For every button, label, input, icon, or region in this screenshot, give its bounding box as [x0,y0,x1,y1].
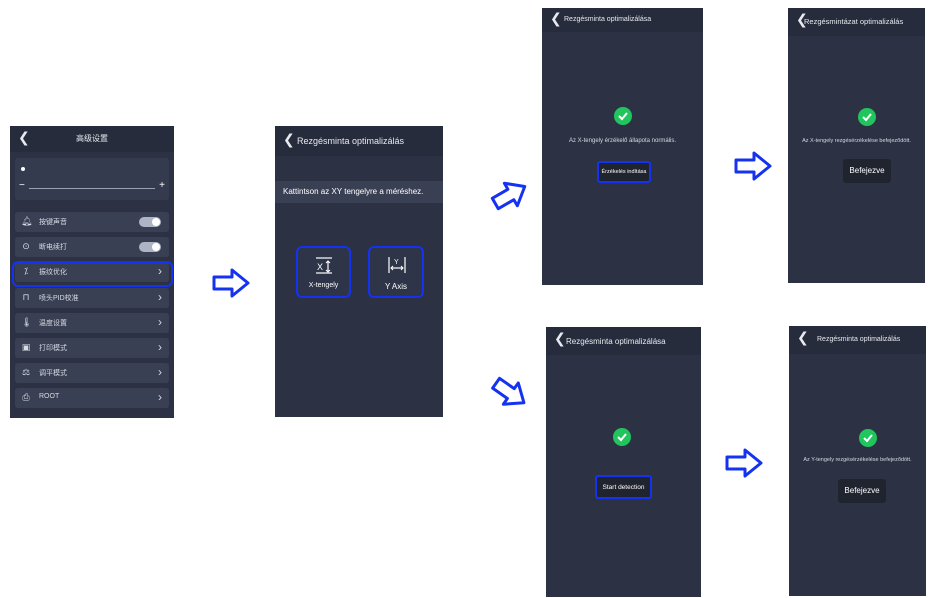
settings-item-power-resume[interactable]: ⊙ 断电续打 [15,237,169,257]
slider-dot-icon [21,167,25,171]
arrow-right-icon [725,448,763,478]
settings-item-label: ROOT [39,393,60,400]
success-check-icon [613,428,631,446]
highlight-box [12,261,173,287]
page-title: 高级设置 [76,134,108,143]
settings-item-print-mode[interactable]: ▣ 打印模式 › [15,338,169,358]
settings-item-temperature[interactable]: 🌡︎ 温度设置 › [15,313,169,333]
chevron-right-icon: › [158,315,162,329]
page-title: Rezgésminta optimalizálás [297,136,405,146]
header: ❮ 高级设置 [10,126,174,152]
x-axis-label: X-tengely [308,282,339,289]
status-text: Az Y-tengely rezgésérzékelése befejeződö… [803,457,912,463]
page-title: Rezgésmintázat optimalizálás [804,17,904,26]
page-title: Rezgésminta optimalizálása [564,16,652,23]
chevron-right-icon: › [158,290,162,304]
y-axis-complete-screen: ❮ Rezgésminta optimalizálás Az Y-tengely… [789,326,926,596]
chevron-right-icon: › [158,390,162,404]
arrow-right-icon [212,268,250,298]
success-check-icon [859,429,877,447]
x-axis-icon: X [315,256,333,274]
start-detection-button[interactable]: Start detection [595,475,652,499]
settings-item-root[interactable]: ⎙ ROOT › [15,388,169,408]
settings-item-leveling-mode[interactable]: ⚖︎ 调平模式 › [15,363,169,383]
instruction-text: Kattintson az XY tengelyre a méréshez. [283,187,424,196]
settings-item-label: 打印模式 [39,345,67,352]
svg-text:X: X [317,262,323,272]
settings-item-label: 断电续打 [39,244,67,251]
y-axis-button[interactable]: Y Y Axis [368,246,424,298]
power-resume-icon: ⊙ [22,241,30,251]
chevron-right-icon: › [158,340,162,354]
thermometer-icon: 🌡︎ [21,317,33,327]
svg-text:Y: Y [394,259,399,266]
button-label: Befejezve [849,166,885,175]
done-button[interactable]: Befejezve [838,479,886,503]
printer-icon: ⎙ [22,392,30,402]
key-sound-toggle[interactable] [139,217,161,227]
nozzle-icon: ⊓ [22,292,30,302]
instruction-banner: Kattintson az XY tengelyre a méréshez. [275,181,443,203]
advanced-settings-screen: ❮ 高级设置 − + 🔔︎ 按键声音 ⊙ 断电续打 ⁒ 振纹优化 › ⊓ 喷头P… [10,126,174,418]
page-title: Rezgésminta optimalizálás [817,336,901,343]
header: ❮ Rezgésminta optimalizálás [789,326,926,354]
header: ❮ Rezgésminta optimalizálás [275,126,443,156]
header: ❮ Rezgésminta optimalizálása [546,327,701,355]
axis-select-screen: ❮ Rezgésminta optimalizálás Kattintson a… [275,126,443,417]
back-icon[interactable]: ❮ [797,329,809,346]
y-axis-detect-screen: ❮ Rezgésminta optimalizálása Start detec… [546,327,701,597]
status-text: Az X-tengely rezgésérzékelése befejeződö… [802,138,911,144]
settings-item-label: 调平模式 [39,370,67,377]
y-axis-icon: Y [388,256,406,274]
arrow-down-right-icon [491,376,526,406]
slider-plus[interactable]: + [159,180,165,191]
speed-slider-panel: − + [15,158,169,200]
arrow-up-right-icon [490,181,527,211]
settings-item-nozzle-pid[interactable]: ⊓ 喷头PID校准 › [15,288,169,308]
x-axis-detect-screen: ❮ Rezgésminta optimalizálása Az X-tengel… [542,8,703,285]
x-axis-complete-screen: ❮ Rezgésmintázat optimalizálás Az X-teng… [788,8,925,283]
back-icon[interactable]: ❮ [550,10,562,27]
chevron-right-icon: › [158,365,162,379]
page-title: Rezgésminta optimalizálása [566,337,666,346]
print-mode-icon: ▣ [21,342,31,352]
arrow-right-icon [734,151,772,181]
start-detection-button[interactable]: Érzékelés indítása [597,161,651,183]
settings-item-label: 按键声音 [39,219,67,226]
settings-item-label: 喷头PID校准 [39,295,79,302]
header: ❮ Rezgésmintázat optimalizálás [788,8,925,36]
settings-item-label: 温度设置 [39,320,67,327]
slider-track[interactable] [29,188,155,189]
back-icon[interactable]: ❮ [283,131,295,148]
button-label: Érzékelés indítása [601,169,647,175]
success-check-icon [858,108,876,126]
success-check-icon [614,107,632,125]
bell-icon: 🔔︎ [21,216,33,226]
back-icon[interactable]: ❮ [554,330,566,347]
status-text: Az X-tengely érzékelő állapota normális. [568,138,677,144]
x-axis-button[interactable]: X X-tengely [296,246,351,298]
button-label: Befejezve [844,486,880,495]
button-label: Start detection [602,484,645,491]
header: ❮ Rezgésminta optimalizálása [542,8,703,32]
settings-item-key-sound[interactable]: 🔔︎ 按键声音 [15,212,169,232]
slider-minus[interactable]: − [19,180,25,191]
done-button[interactable]: Befejezve [843,159,891,183]
leveling-icon: ⚖︎ [21,367,31,377]
y-axis-label: Y Axis [384,282,408,291]
power-resume-toggle[interactable] [139,242,161,252]
